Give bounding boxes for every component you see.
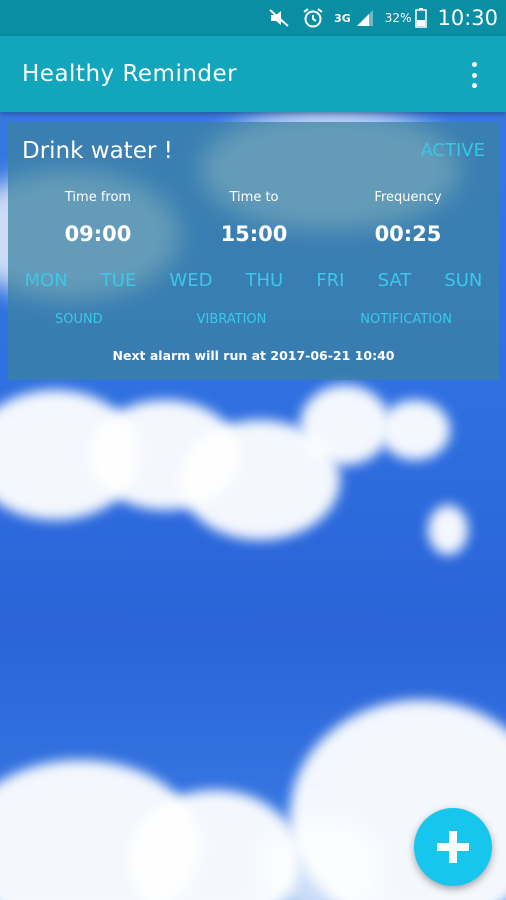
time-from-label: Time from bbox=[64, 190, 132, 205]
day-fri[interactable]: FRI bbox=[316, 270, 344, 291]
app-title: Healthy Reminder bbox=[22, 61, 238, 87]
alarm-icon bbox=[302, 7, 324, 29]
reminder-status-toggle[interactable]: ACTIVE bbox=[420, 140, 485, 161]
app-bar: Healthy Reminder bbox=[0, 36, 506, 112]
add-reminder-button[interactable] bbox=[414, 808, 492, 886]
frequency-value[interactable]: 00:25 bbox=[338, 222, 478, 246]
mute-icon bbox=[268, 8, 292, 28]
alert-options: SOUND VIBRATION NOTIFICATION bbox=[8, 312, 499, 327]
battery-percent: 32% bbox=[384, 11, 412, 25]
network-3g-icon: 3G bbox=[334, 12, 351, 25]
weekday-selector: MON TUE WED THU FRI SAT SUN bbox=[8, 270, 499, 291]
sound-option[interactable]: SOUND bbox=[55, 312, 103, 327]
time-to-value[interactable]: 15:00 bbox=[184, 222, 324, 246]
status-bar: 3G 32% 10:30 bbox=[0, 0, 506, 36]
vibration-option[interactable]: VIBRATION bbox=[197, 312, 267, 327]
frequency-label: Frequency bbox=[374, 190, 442, 205]
reminder-card[interactable]: Drink water ! ACTIVE Time from 09:00 Tim… bbox=[8, 122, 499, 380]
notification-option[interactable]: NOTIFICATION bbox=[360, 312, 452, 327]
signal-icon bbox=[355, 8, 375, 28]
network-type-label: 3G bbox=[334, 11, 351, 25]
time-to-label: Time to bbox=[229, 190, 279, 205]
day-sun[interactable]: SUN bbox=[444, 270, 482, 291]
screen: 3G 32% 10:30 Healthy Reminder Drink wate… bbox=[0, 0, 506, 900]
day-wed[interactable]: WED bbox=[169, 270, 212, 291]
status-time: 10:30 bbox=[437, 6, 498, 30]
reminder-title: Drink water ! bbox=[22, 138, 173, 164]
day-thu[interactable]: THU bbox=[246, 270, 284, 291]
plus-icon bbox=[437, 831, 469, 863]
day-sat[interactable]: SAT bbox=[378, 270, 412, 291]
day-tue[interactable]: TUE bbox=[101, 270, 137, 291]
overflow-menu-icon[interactable] bbox=[462, 62, 486, 88]
battery-icon bbox=[415, 8, 428, 28]
time-from-value[interactable]: 09:00 bbox=[28, 222, 168, 246]
next-alarm-text: Next alarm will run at 2017-06-21 10:40 bbox=[112, 348, 395, 363]
day-mon[interactable]: MON bbox=[25, 270, 68, 291]
